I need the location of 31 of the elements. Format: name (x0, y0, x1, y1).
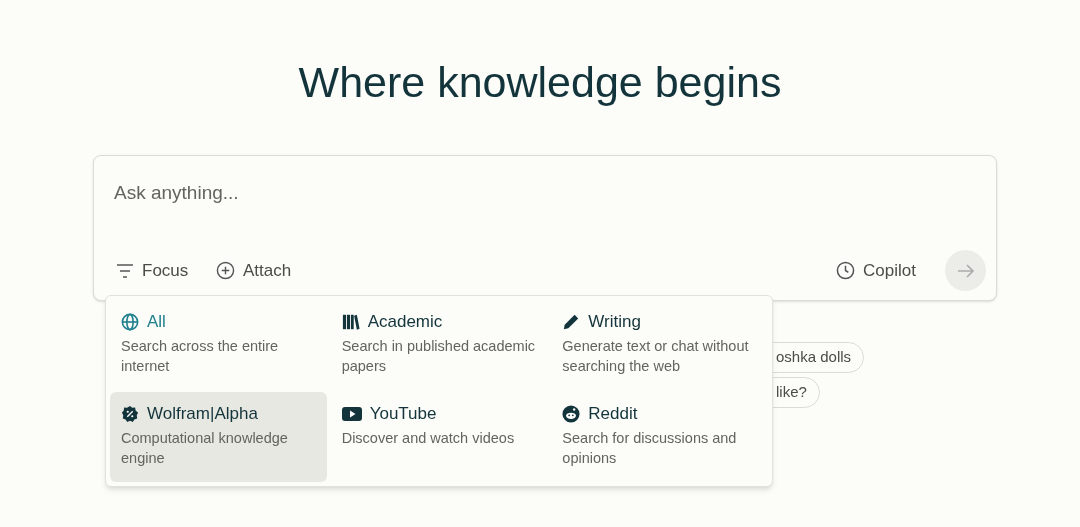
pencil-icon (562, 313, 581, 331)
option-title: Reddit (588, 404, 638, 424)
option-description: Search for discussions and opinions (562, 429, 738, 468)
option-description: Computational knowledge engine (121, 429, 289, 468)
option-title: YouTube (369, 404, 437, 424)
focus-option[interactable]: Academic Search in published academic papers (330, 300, 548, 390)
focus-button[interactable]: Focus (116, 258, 189, 284)
alien-face-icon (562, 405, 581, 423)
play-icon (341, 406, 362, 422)
badge-icon (121, 405, 139, 423)
globe-icon (121, 313, 139, 331)
arrow-right-icon (956, 263, 975, 278)
books-icon (341, 313, 360, 331)
add-icon (216, 261, 235, 281)
clock-icon (836, 261, 855, 281)
option-title: All (147, 312, 166, 332)
option-title: Writing (588, 312, 641, 332)
option-description: Search in published academic papers (341, 337, 537, 376)
search-field[interactable]: Ask anything... (114, 178, 814, 208)
option-title: Wolfram|Alpha (147, 404, 258, 424)
page-heading: Where knowledge begins (298, 57, 782, 108)
submit-button[interactable] (945, 250, 986, 291)
copilot-toggle[interactable]: Copilot (836, 258, 916, 284)
filter-icon (116, 263, 134, 278)
option-description: Discover and watch videos (341, 429, 516, 448)
focus-option[interactable]: Wolfram|Alpha Computational knowledge engine (110, 392, 327, 482)
attach-button[interactable]: Attach (216, 258, 292, 284)
focus-option[interactable]: YouTube Discover and watch videos (330, 392, 548, 482)
focus-option[interactable]: All Search across the entire internet (110, 300, 327, 390)
option-title: Academic (367, 312, 443, 332)
option-description: Search across the entire internet (121, 337, 280, 376)
